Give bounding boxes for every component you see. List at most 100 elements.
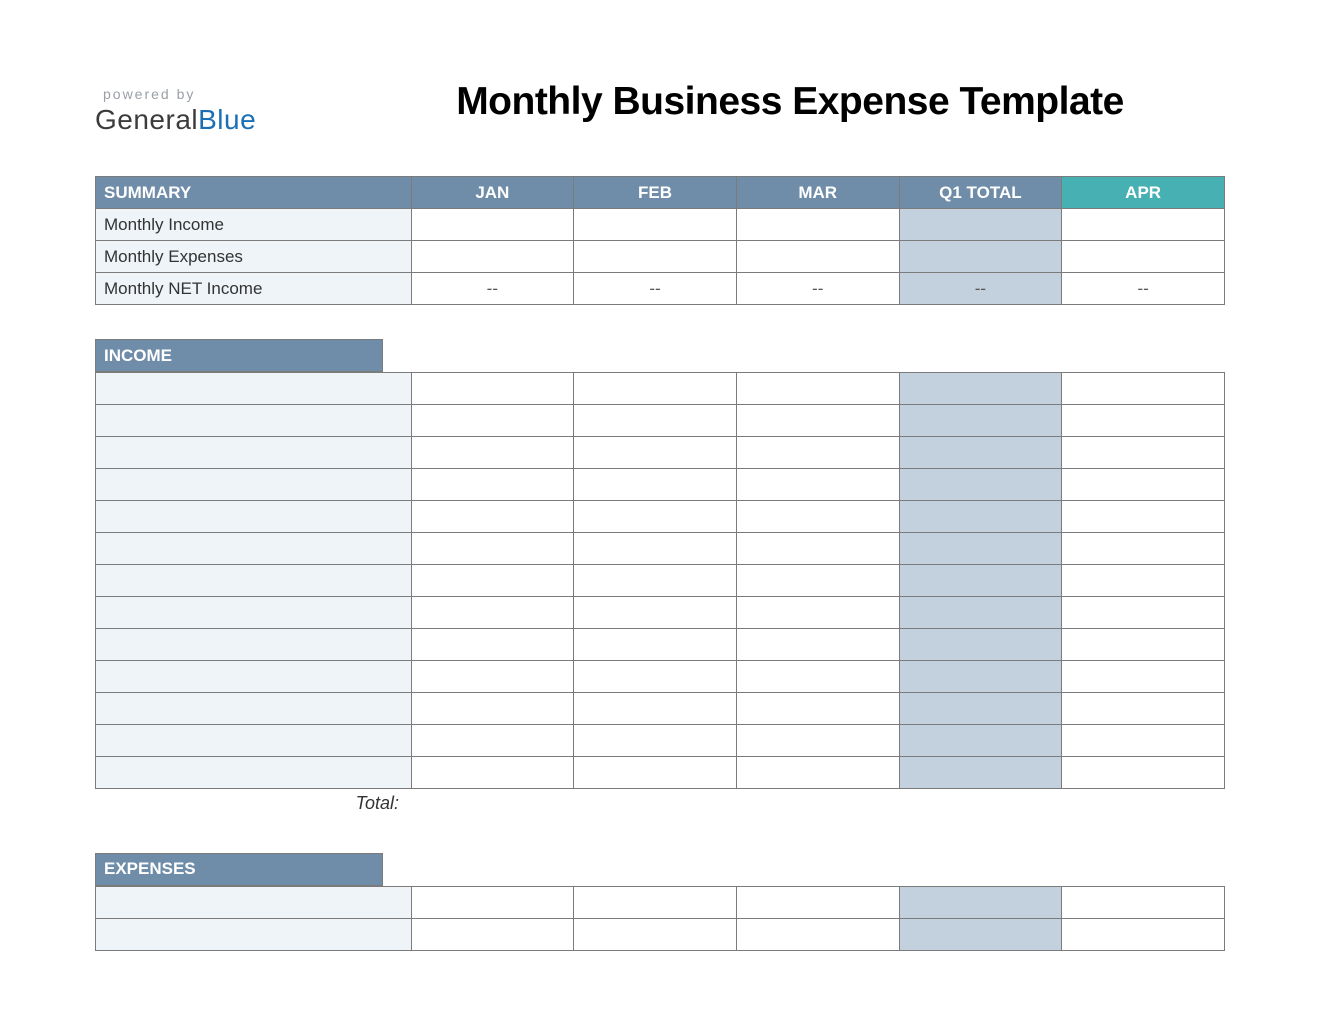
summary-cell[interactable] (736, 241, 899, 273)
summary-cell[interactable] (736, 209, 899, 241)
row-label[interactable] (96, 918, 412, 950)
data-cell[interactable] (411, 501, 574, 533)
data-cell[interactable] (411, 918, 574, 950)
data-cell[interactable] (1062, 629, 1225, 661)
summary-cell[interactable]: -- (899, 273, 1062, 305)
data-cell[interactable] (574, 757, 737, 789)
data-cell[interactable] (411, 597, 574, 629)
data-cell[interactable] (1062, 725, 1225, 757)
row-label[interactable] (96, 693, 412, 725)
data-cell[interactable] (736, 373, 899, 405)
data-cell[interactable] (574, 629, 737, 661)
data-cell[interactable] (574, 405, 737, 437)
summary-cell[interactable] (1062, 209, 1225, 241)
row-label[interactable] (96, 886, 412, 918)
row-label[interactable] (96, 437, 412, 469)
data-cell[interactable] (1062, 469, 1225, 501)
data-cell[interactable] (411, 565, 574, 597)
data-cell[interactable] (736, 437, 899, 469)
data-cell[interactable] (411, 373, 574, 405)
data-cell[interactable] (1062, 597, 1225, 629)
data-cell[interactable] (574, 373, 737, 405)
data-cell[interactable] (1062, 886, 1225, 918)
data-cell[interactable] (411, 661, 574, 693)
data-cell[interactable] (736, 629, 899, 661)
q1-cell[interactable] (899, 597, 1062, 629)
q1-cell[interactable] (899, 693, 1062, 725)
q1-cell[interactable] (899, 725, 1062, 757)
row-label[interactable] (96, 565, 412, 597)
q1-cell[interactable] (899, 437, 1062, 469)
q1-cell[interactable] (899, 629, 1062, 661)
data-cell[interactable] (736, 661, 899, 693)
summary-cell[interactable] (574, 241, 737, 273)
data-cell[interactable] (411, 629, 574, 661)
summary-cell[interactable]: -- (574, 273, 737, 305)
q1-cell[interactable] (899, 373, 1062, 405)
summary-cell[interactable] (899, 209, 1062, 241)
data-cell[interactable] (574, 693, 737, 725)
data-cell[interactable] (574, 469, 737, 501)
q1-cell[interactable] (899, 886, 1062, 918)
summary-cell[interactable] (899, 241, 1062, 273)
data-cell[interactable] (736, 501, 899, 533)
data-cell[interactable] (411, 533, 574, 565)
q1-cell[interactable] (899, 405, 1062, 437)
data-cell[interactable] (411, 693, 574, 725)
summary-cell[interactable]: -- (1062, 273, 1225, 305)
data-cell[interactable] (411, 405, 574, 437)
data-cell[interactable] (736, 533, 899, 565)
data-cell[interactable] (1062, 373, 1225, 405)
row-label[interactable] (96, 661, 412, 693)
data-cell[interactable] (574, 725, 737, 757)
data-cell[interactable] (574, 886, 737, 918)
summary-cell[interactable] (574, 209, 737, 241)
row-label[interactable] (96, 405, 412, 437)
data-cell[interactable] (411, 725, 574, 757)
data-cell[interactable] (736, 597, 899, 629)
data-cell[interactable] (1062, 437, 1225, 469)
data-cell[interactable] (411, 469, 574, 501)
data-cell[interactable] (1062, 661, 1225, 693)
data-cell[interactable] (1062, 757, 1225, 789)
data-cell[interactable] (736, 757, 899, 789)
q1-cell[interactable] (899, 501, 1062, 533)
row-label[interactable] (96, 597, 412, 629)
data-cell[interactable] (1062, 693, 1225, 725)
data-cell[interactable] (1062, 533, 1225, 565)
data-cell[interactable] (574, 501, 737, 533)
data-cell[interactable] (411, 886, 574, 918)
row-label[interactable] (96, 757, 412, 789)
q1-cell[interactable] (899, 661, 1062, 693)
summary-cell[interactable]: -- (736, 273, 899, 305)
data-cell[interactable] (574, 437, 737, 469)
q1-cell[interactable] (899, 533, 1062, 565)
data-cell[interactable] (736, 405, 899, 437)
q1-cell[interactable] (899, 469, 1062, 501)
data-cell[interactable] (1062, 405, 1225, 437)
data-cell[interactable] (736, 725, 899, 757)
data-cell[interactable] (736, 886, 899, 918)
data-cell[interactable] (574, 661, 737, 693)
summary-cell[interactable] (411, 241, 574, 273)
row-label[interactable] (96, 725, 412, 757)
row-label[interactable] (96, 469, 412, 501)
q1-cell[interactable] (899, 918, 1062, 950)
data-cell[interactable] (574, 533, 737, 565)
data-cell[interactable] (736, 918, 899, 950)
q1-cell[interactable] (899, 565, 1062, 597)
data-cell[interactable] (574, 918, 737, 950)
row-label[interactable] (96, 533, 412, 565)
data-cell[interactable] (736, 693, 899, 725)
row-label[interactable] (96, 501, 412, 533)
summary-cell[interactable]: -- (411, 273, 574, 305)
data-cell[interactable] (736, 565, 899, 597)
data-cell[interactable] (1062, 501, 1225, 533)
data-cell[interactable] (1062, 918, 1225, 950)
data-cell[interactable] (411, 757, 574, 789)
data-cell[interactable] (574, 565, 737, 597)
q1-cell[interactable] (899, 757, 1062, 789)
row-label[interactable] (96, 629, 412, 661)
data-cell[interactable] (411, 437, 574, 469)
row-label[interactable] (96, 373, 412, 405)
